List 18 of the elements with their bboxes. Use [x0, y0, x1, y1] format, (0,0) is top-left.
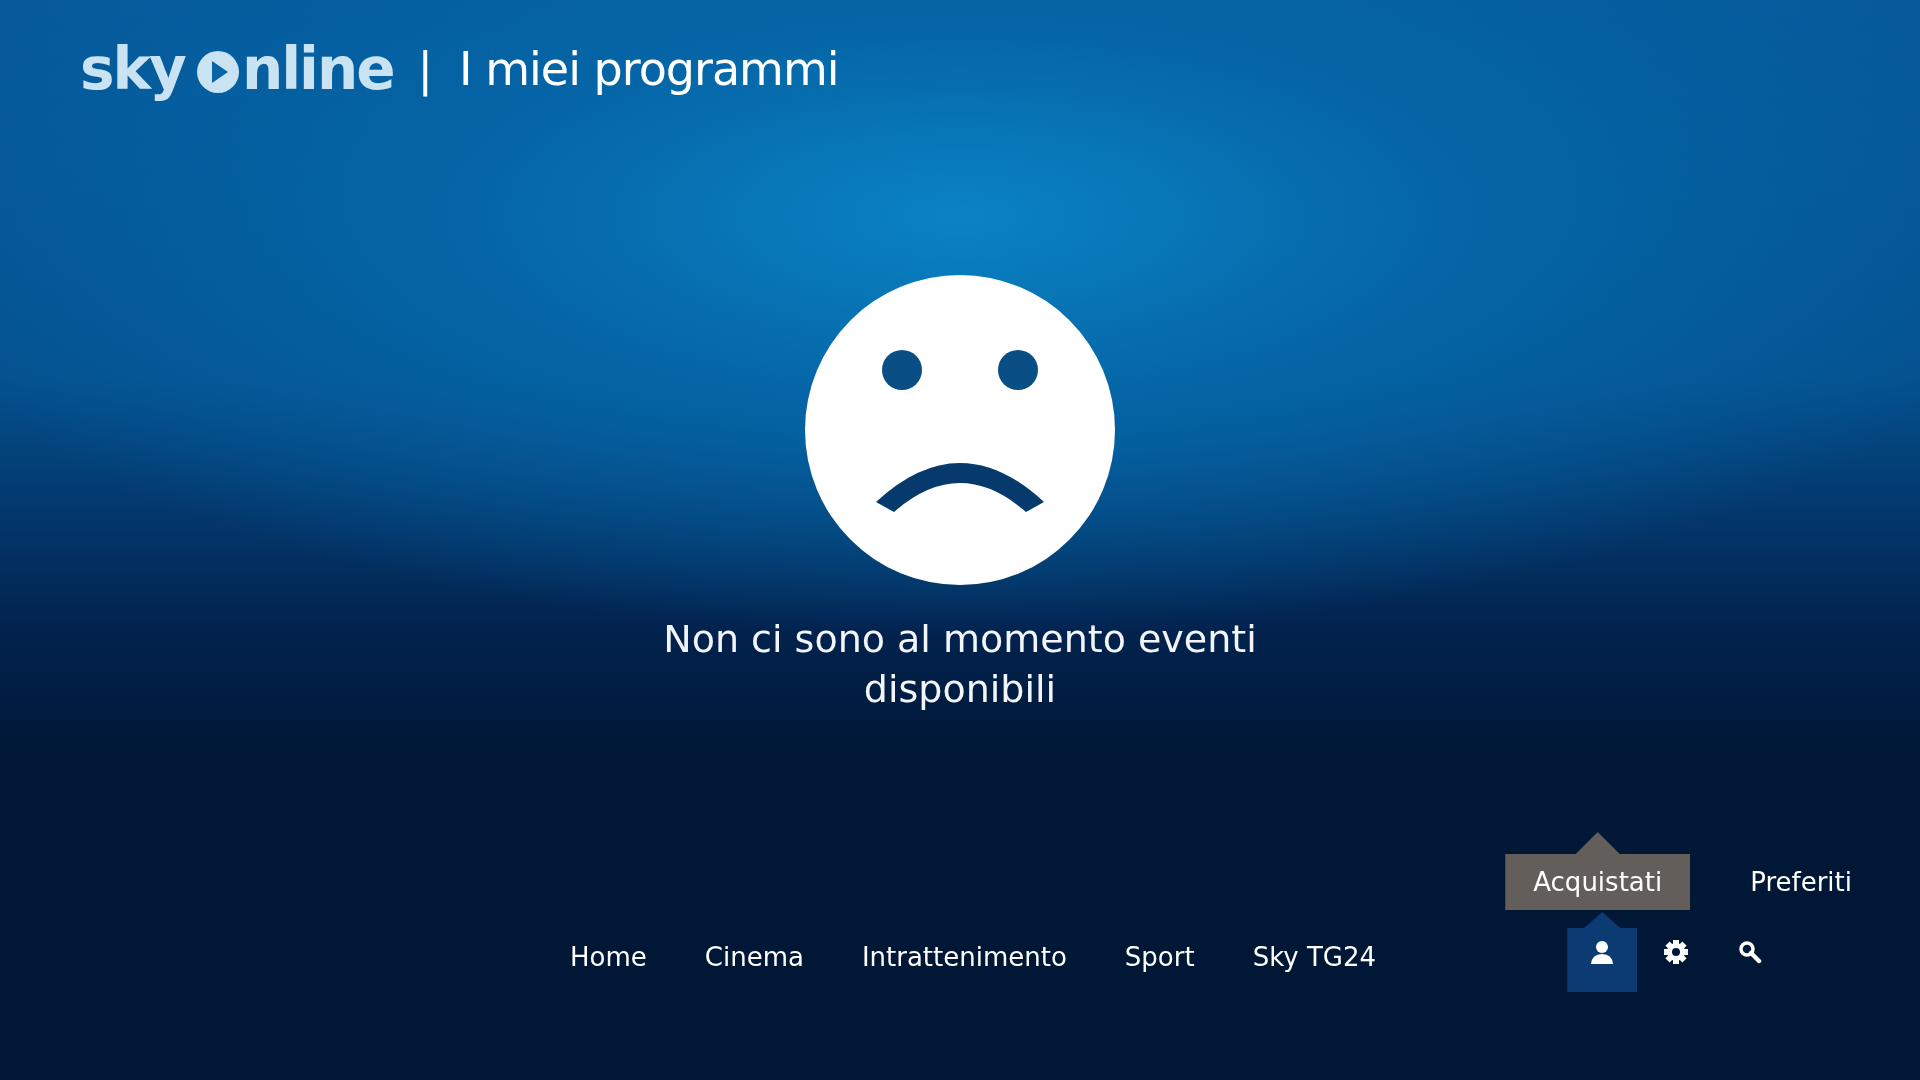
- empty-message: Non ci sono al momento eventi disponibili: [662, 616, 1258, 713]
- user-icon: [1589, 939, 1616, 965]
- logo-text: sky: [80, 35, 185, 103]
- title-separator: |: [417, 42, 434, 96]
- logo-text: nline: [241, 35, 394, 103]
- nav-link[interactable]: Sky TG24: [1252, 942, 1377, 972]
- nav-link[interactable]: Home: [570, 942, 647, 972]
- sad-face-icon: [804, 274, 1116, 586]
- nav-link[interactable]: Intrattenimento: [861, 942, 1067, 972]
- nav-link[interactable]: Sport: [1124, 942, 1195, 972]
- submenu-item[interactable]: Acquistati: [1505, 832, 1691, 910]
- nav-link[interactable]: Cinema: [704, 942, 804, 972]
- search-icon: [1738, 940, 1763, 964]
- play-circle-icon: [194, 49, 241, 95]
- page-title: I miei programmi: [459, 42, 839, 96]
- user-button[interactable]: [1567, 912, 1638, 992]
- settings-icon: [1663, 939, 1690, 965]
- submenu-item[interactable]: Preferiti: [1722, 832, 1880, 910]
